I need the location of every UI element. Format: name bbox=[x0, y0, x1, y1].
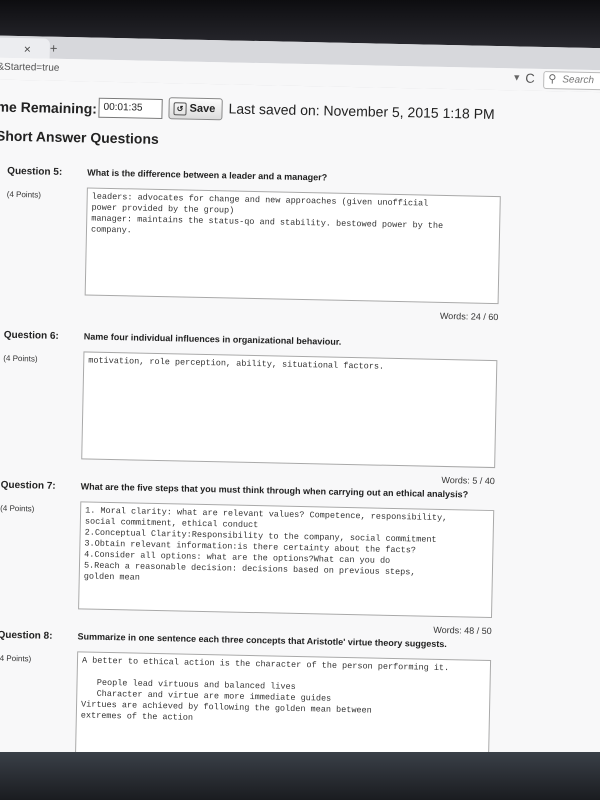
new-tab-button[interactable]: + bbox=[50, 41, 58, 56]
word-count: Words: 48 / 50 bbox=[433, 624, 492, 637]
question-text: Name four individual influences in organ… bbox=[83, 331, 342, 347]
question-number: Question 6: bbox=[3, 329, 59, 342]
time-remaining-label: me Remaining: bbox=[0, 98, 98, 117]
search-input[interactable]: Search bbox=[562, 74, 594, 86]
question-points: (4 Points) bbox=[0, 503, 35, 514]
search-box[interactable]: ⚲ Search bbox=[543, 70, 600, 91]
save-button[interactable]: ↺ Save bbox=[168, 97, 223, 121]
word-count: Words: 5 / 40 bbox=[441, 474, 495, 487]
quiz-page: me Remaining: 00:01:35 ↺ Save Last saved… bbox=[0, 79, 600, 769]
time-remaining-field: 00:01:35 bbox=[98, 97, 163, 120]
search-icon: ⚲ bbox=[548, 73, 557, 86]
section-title: Short Answer Questions bbox=[0, 127, 159, 147]
question-points: (4 Points) bbox=[0, 653, 32, 664]
reload-icon[interactable]: C bbox=[525, 71, 535, 86]
save-button-label: Save bbox=[189, 102, 216, 116]
question-text: What are the five steps that you must th… bbox=[80, 481, 469, 500]
question-text: Summarize in one sentence each three con… bbox=[77, 631, 447, 650]
save-icon: ↺ bbox=[173, 101, 187, 116]
question-points: (4 Points) bbox=[6, 189, 42, 200]
answer-textarea[interactable]: A better to ethical action is the charac… bbox=[74, 651, 492, 769]
answer-textarea[interactable]: motivation, role perception, ability, si… bbox=[81, 351, 498, 469]
question-number: Question 8: bbox=[0, 629, 53, 642]
browser-window: × + &Started=true ▼ C ⚲ Search me Remain… bbox=[0, 35, 600, 769]
question-number: Question 5: bbox=[7, 165, 63, 178]
url-text[interactable]: &Started=true bbox=[0, 62, 59, 74]
question-points: (4 Points) bbox=[3, 353, 38, 364]
answer-textarea[interactable]: 1. Moral clarity: what are relevant valu… bbox=[78, 501, 495, 619]
question-number: Question 7: bbox=[0, 479, 56, 492]
word-count: Words: 24 / 60 bbox=[439, 310, 499, 323]
answer-textarea[interactable]: leaders: advocates for change and new ap… bbox=[84, 187, 501, 305]
monitor-bottom bbox=[0, 752, 600, 800]
url-dropdown-icon[interactable]: ▼ bbox=[512, 72, 521, 82]
browser-tab[interactable]: × bbox=[0, 37, 51, 59]
question-text: What is the difference between a leader … bbox=[87, 167, 328, 183]
close-tab-icon[interactable]: × bbox=[24, 42, 31, 56]
last-saved-text: Last saved on: November 5, 2015 1:18 PM bbox=[228, 100, 495, 122]
question-5: Question 5: (4 Points) What is the diffe… bbox=[7, 165, 527, 322]
question-6: Question 6: (4 Points) Name four individ… bbox=[3, 329, 524, 486]
